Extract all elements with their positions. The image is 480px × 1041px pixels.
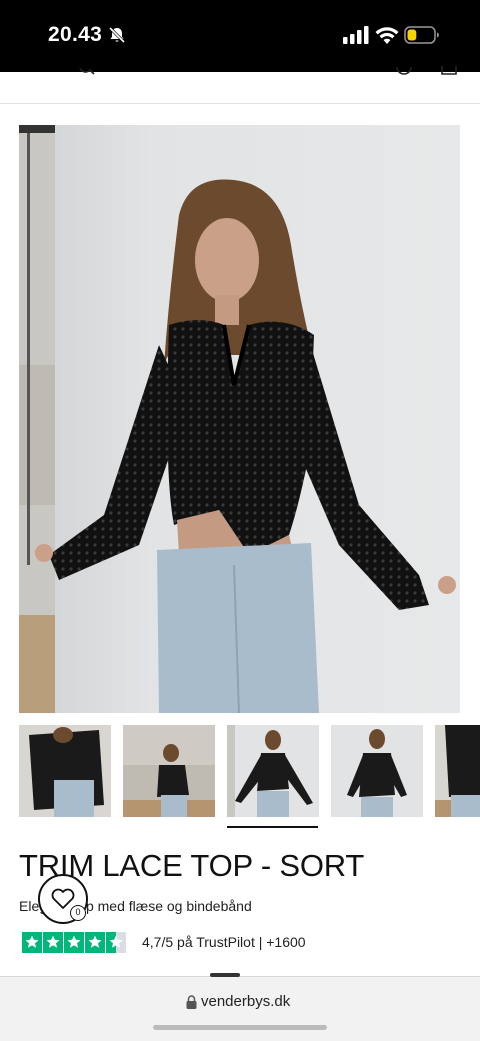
product-photo bbox=[19, 125, 460, 713]
half-star-icon bbox=[106, 932, 126, 953]
star-icon bbox=[43, 932, 63, 953]
status-time: 20.43 bbox=[48, 23, 103, 46]
trustpilot-stars bbox=[22, 932, 126, 953]
star-icon bbox=[64, 932, 84, 953]
browser-address-bar[interactable]: venderbys.dk bbox=[0, 973, 480, 1041]
search-icon[interactable] bbox=[78, 66, 96, 76]
thumbnail-3[interactable] bbox=[227, 725, 319, 817]
wishlist-button[interactable]: 0 bbox=[38, 874, 88, 924]
page-edge-hint bbox=[210, 973, 240, 977]
lock-icon bbox=[186, 995, 197, 1009]
url-text[interactable]: venderbys.dk bbox=[201, 993, 290, 1010]
battery-icon bbox=[404, 26, 439, 44]
thumbnail-5[interactable] bbox=[435, 725, 480, 817]
bag-icon[interactable] bbox=[440, 66, 458, 76]
thumbnail-4[interactable] bbox=[331, 725, 423, 817]
wishlist-count: 0 bbox=[70, 905, 86, 921]
thumbnail-2[interactable] bbox=[123, 725, 215, 817]
bell-slash-icon bbox=[108, 26, 126, 44]
site-header bbox=[0, 66, 480, 104]
home-indicator[interactable] bbox=[153, 1025, 327, 1030]
signal-icon bbox=[343, 26, 369, 44]
product-main-image[interactable] bbox=[19, 125, 460, 713]
star-icon bbox=[22, 932, 42, 953]
star-icon bbox=[85, 932, 105, 953]
thumbnail-1[interactable] bbox=[19, 725, 111, 817]
wifi-icon bbox=[375, 27, 399, 44]
account-icon[interactable] bbox=[395, 66, 413, 76]
thumbnail-strip bbox=[19, 725, 480, 817]
status-bar: 20.43 bbox=[0, 0, 480, 72]
thumbnail-selected-indicator bbox=[227, 826, 318, 828]
trustpilot-rating[interactable]: 4,7/5 på TrustPilot | +1600 bbox=[142, 934, 306, 950]
